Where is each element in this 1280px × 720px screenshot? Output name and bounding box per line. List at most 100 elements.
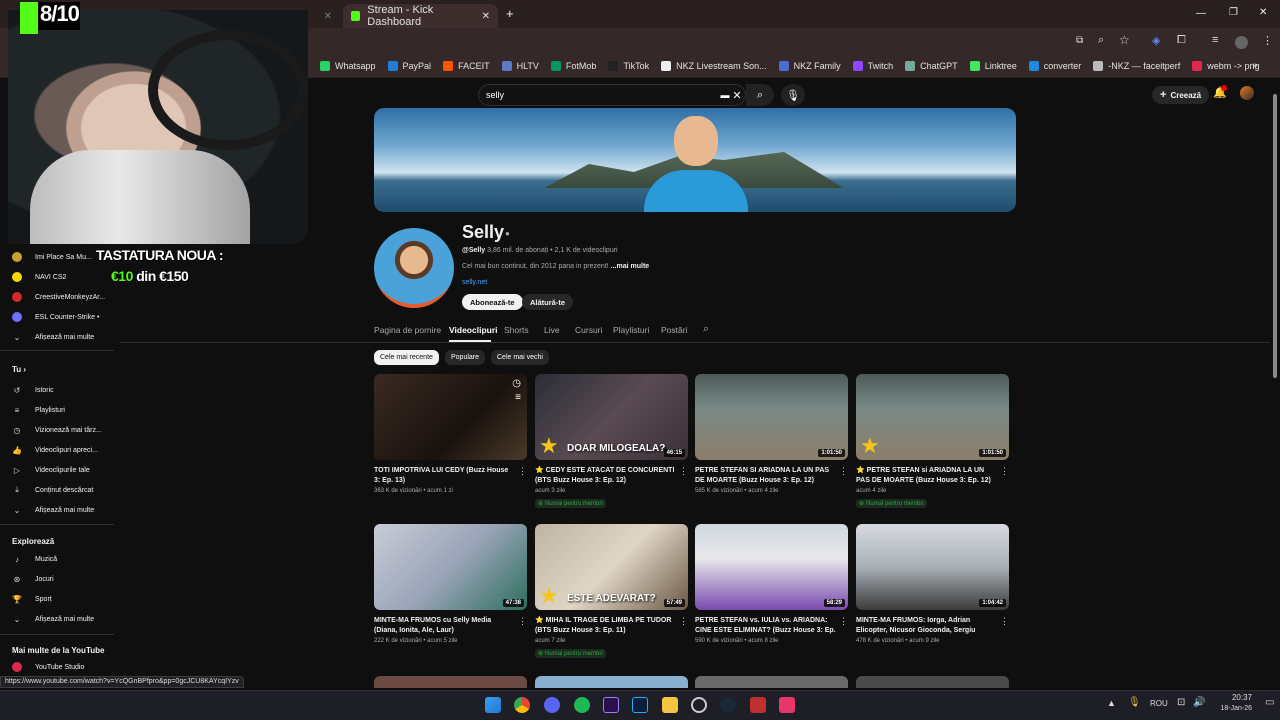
scrollbar-thumb[interactable] [1273, 94, 1277, 378]
minimize-button[interactable]: — [1196, 8, 1206, 19]
sidebar-item[interactable]: 🏆 Sport [0, 590, 114, 608]
video-title[interactable]: TOTI IMPOTRIVA LUI CEDY (Buzz House 3: E… [374, 466, 527, 485]
join-button[interactable]: Alătură-te [522, 294, 574, 310]
video-title[interactable]: PETRE STEFAN SI ARIADNA LA UN PAS DE MOA… [695, 466, 848, 485]
close-window-button[interactable]: ✕ [1259, 7, 1267, 18]
more-options-icon[interactable]: ⋮ [1000, 466, 1009, 477]
video-card[interactable]: ◷ ≡ TOTI IMPOTRIVA LUI CEDY (Buzz House 3:… [374, 374, 527, 494]
video-thumb-partial[interactable] [856, 676, 1009, 688]
bookmark-item[interactable]: Whatsapp [320, 61, 376, 71]
more-options-icon[interactable]: ⋮ [679, 616, 688, 627]
maximize-button[interactable]: ❐ [1229, 7, 1238, 18]
puzzle-icon[interactable]: ⧠ [1177, 34, 1186, 47]
video-card[interactable]: ★ 1:01:50 ⭐ PETRE STEFAN si ARIADNA LA UN … [856, 374, 1009, 508]
spotify-icon[interactable] [574, 697, 590, 713]
steam-icon[interactable] [720, 697, 736, 713]
file-explorer-icon[interactable] [662, 697, 678, 713]
sidebar-item[interactable]: ⊛ Jocuri [0, 570, 114, 588]
more-bookmarks-icon[interactable]: » [1252, 60, 1258, 71]
channel-tab[interactable]: Playlisturi [613, 325, 649, 335]
sidebar-item[interactable]: ↺ Istoric [0, 381, 114, 399]
channel-avatar[interactable] [374, 228, 454, 308]
channel-tab[interactable]: Shorts [504, 325, 529, 335]
video-title[interactable]: ⭐ PETRE STEFAN si ARIADNA LA UN PAS DE M… [856, 466, 1009, 485]
video-thumbnail[interactable]: ◷ ≡ [374, 374, 527, 460]
search-button[interactable]: ⌕ [746, 84, 774, 106]
cast-icon[interactable]: ⧉ [1076, 35, 1083, 46]
zoom-icon[interactable]: ⌕ [1098, 34, 1104, 47]
sidebar-youtube-studio[interactable]: YouTube Studio [0, 658, 114, 676]
more-options-icon[interactable]: ⋮ [518, 466, 527, 477]
watch-later-icon[interactable]: ◷ [512, 378, 521, 389]
video-thumbnail[interactable]: 47:38 [374, 524, 527, 610]
video-thumb-partial[interactable] [535, 676, 688, 688]
clock-time[interactable]: 20:37 [1218, 693, 1252, 702]
video-thumbnail[interactable]: 1:04:42 [856, 524, 1009, 610]
volume-icon[interactable]: 🔊 [1193, 697, 1205, 708]
more-options-icon[interactable]: ⋮ [679, 466, 688, 477]
channel-tab[interactable]: Videoclipuri [449, 325, 498, 335]
sidebar-subscription[interactable]: CreestiveMonkeyzAr... [0, 288, 114, 306]
photoshop-icon[interactable] [632, 697, 648, 713]
bookmark-item[interactable]: TikTok [608, 61, 649, 71]
video-card[interactable]: 58:29 PETRE STEFAN vs. IULIA vs. ARIADNA:… [695, 524, 848, 644]
search-input[interactable]: selly [478, 84, 746, 106]
account-avatar[interactable] [1240, 86, 1254, 100]
tab-search-icon[interactable]: ≡ [1212, 34, 1218, 46]
sidebar-item[interactable]: ⤓ Conținut descărcat [0, 481, 114, 499]
video-card[interactable]: 1:01:50 PETRE STEFAN SI ARIADNA LA UN PAS… [695, 374, 848, 494]
sidebar-you-heading[interactable]: Tu › [12, 365, 26, 374]
bookmark-item[interactable]: FotMob [550, 61, 596, 71]
video-card[interactable]: ★ DOAR MILOGEALA? 46:15 ⭐ CEDY ESTE ATACAT … [535, 374, 688, 508]
video-card[interactable]: 1:04:42 MINTE-MA FRUMOS: Iorga, Adrian El… [856, 524, 1009, 644]
bookmark-item[interactable]: Twitch [852, 61, 893, 71]
bookmark-item[interactable]: NKZ Family [778, 61, 841, 71]
channel-tab[interactable]: Cursuri [575, 325, 602, 335]
channel-tab[interactable]: Pagina de pornire [374, 325, 441, 335]
bookmark-item[interactable]: converter [1028, 61, 1081, 71]
sidebar-item[interactable]: ⌄ Afișează mai multe [0, 610, 114, 628]
new-tab-button[interactable]: + [506, 6, 514, 21]
bookmark-item[interactable]: HLTV [501, 61, 539, 71]
channel-search-icon[interactable]: ⌕ [703, 323, 709, 336]
video-card[interactable]: ★ ESTE ADEVARAT? 57:49 ⭐ MIHA IL TRAGE DE L… [535, 524, 688, 658]
channel-tab[interactable]: Live [544, 325, 560, 335]
bookmark-item[interactable]: ChatGPT [905, 61, 958, 71]
bookmark-item[interactable]: PayPal [387, 61, 431, 71]
sort-chip[interactable]: Cele mai recente [374, 350, 439, 365]
more-options-icon[interactable]: ⋮ [518, 616, 527, 627]
bookmark-star-icon[interactable]: ☆ [1119, 33, 1130, 47]
video-thumbnail[interactable]: ★ DOAR MILOGEALA? 46:15 [535, 374, 688, 460]
sidebar-subscription[interactable]: ESL Counter-Strike • [0, 308, 114, 326]
add-to-queue-icon[interactable]: ≡ [515, 392, 521, 403]
tray-mic-icon[interactable]: 🎙 [1128, 697, 1141, 708]
clock-date[interactable]: 18-Jan-26 [1212, 705, 1252, 712]
channel-tab[interactable]: Postări [661, 325, 687, 335]
sort-chip[interactable]: Cele mai vechi [491, 350, 549, 365]
sort-chip[interactable]: Populare [445, 350, 486, 365]
voice-search-button[interactable]: 🎙 [781, 84, 805, 106]
channel-link[interactable]: selly.net [462, 279, 487, 286]
bookmark-item[interactable]: Linktree [969, 61, 1017, 71]
bookmark-item[interactable]: -NKZ — faceitperf [1093, 61, 1180, 71]
video-thumb-partial[interactable] [695, 676, 848, 688]
video-title[interactable]: PETRE STEFAN vs. IULIA vs. ARIADNA: CINE… [695, 616, 848, 635]
tiktok-app-icon[interactable] [779, 697, 795, 713]
more-link[interactable]: ...mai multe [611, 263, 650, 270]
sidebar-item[interactable]: 👍 Videoclipuri apreci... [0, 441, 114, 459]
sidebar-item[interactable]: ≡ Playlisturi [0, 401, 114, 419]
video-title[interactable]: MINTE-MA FRUMOS cu Selly Media (Diana, I… [374, 616, 527, 635]
premiere-icon[interactable] [603, 697, 619, 713]
video-card[interactable]: 47:38 MINTE-MA FRUMOS cu Selly Media (Dia… [374, 524, 527, 644]
notification-center-icon[interactable]: ▭ [1265, 697, 1274, 708]
extension-icon[interactable]: ◈ [1152, 34, 1160, 47]
subscribe-button[interactable]: Abonează-te [462, 294, 523, 310]
windows-start-icon[interactable] [485, 697, 501, 713]
create-button[interactable]: + Creează [1152, 86, 1210, 104]
video-thumb-partial[interactable] [374, 676, 527, 688]
discord-icon[interactable] [544, 697, 560, 713]
bookmark-item[interactable]: FACEIT [443, 61, 490, 71]
network-icon[interactable]: ⊡ [1177, 697, 1185, 708]
close-tab-icon[interactable]: ✕ [324, 11, 332, 22]
obs-icon[interactable] [691, 697, 707, 713]
